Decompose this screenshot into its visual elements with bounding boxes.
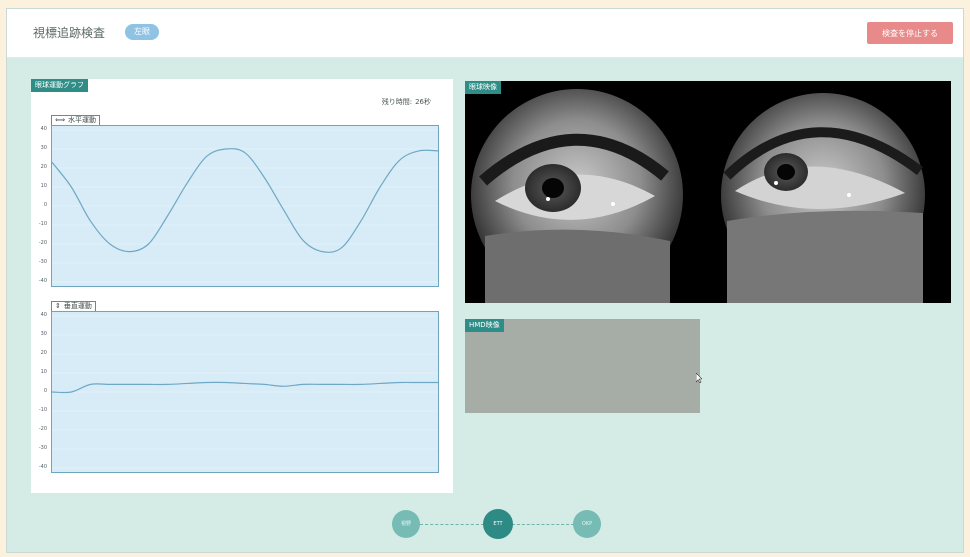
y-tick-label: 20: [40, 164, 47, 170]
remaining-time-label: 残り時間:: [381, 98, 413, 106]
y-tick-label: 10: [40, 183, 47, 189]
eye-movement-graph-panel: 眼球運動グラフ 残り時間: 26秒 ⟺ 水平運動 40 30 20 10 0 -10 -20 -3…: [31, 79, 453, 493]
step-connector: [512, 524, 574, 525]
y-tick-label: -30: [38, 259, 47, 265]
y-tick-label: 30: [40, 331, 47, 337]
app-window: 視標追跡検査 左眼 検査を停止する 眼球運動グラフ 残り時間: 26秒 ⟺ 水平運動…: [6, 8, 964, 553]
exam-stepper: 視野 ETT OKP: [7, 507, 963, 543]
y-tick-label: -20: [38, 426, 47, 432]
eye-video-image: [471, 89, 925, 303]
y-tick-label: -10: [38, 407, 47, 413]
y-tick-label: 30: [40, 145, 47, 151]
y-tick-label: 20: [40, 350, 47, 356]
graph-panel-tag: 眼球運動グラフ: [31, 79, 88, 92]
y-tick-label: 0: [43, 202, 47, 208]
y-tick-label: -40: [38, 464, 47, 470]
stop-exam-button[interactable]: 検査を停止する: [867, 22, 953, 44]
y-tick-label: 0: [43, 388, 47, 394]
left-eye-image: [471, 89, 683, 303]
remaining-time-value: 26秒: [415, 98, 431, 106]
horizontal-plot: [51, 125, 439, 287]
step-okp[interactable]: OKP: [573, 510, 601, 538]
vertical-label-text: 垂直運動: [63, 302, 92, 310]
right-eye-image: [721, 93, 925, 303]
mouse-cursor-icon: [696, 373, 702, 383]
vertical-plot: [51, 311, 439, 473]
y-tick-label: 10: [40, 369, 47, 375]
y-tick-label: -40: [38, 278, 47, 284]
step-ett[interactable]: ETT: [483, 509, 513, 539]
series-line: [51, 381, 438, 394]
series-line: [51, 148, 439, 253]
hmd-video-panel: HMD映像: [465, 319, 700, 413]
step-connector: [420, 524, 484, 525]
step-visual-field[interactable]: 視野: [392, 510, 420, 538]
hmd-video-tag: HMD映像: [465, 319, 504, 332]
remaining-time: 残り時間: 26秒: [379, 97, 431, 107]
y-tick-label: 40: [40, 126, 47, 132]
horizontal-chart-svg: [51, 129, 439, 283]
y-tick-label: -20: [38, 240, 47, 246]
horizontal-arrow-icon: ⟺: [55, 116, 66, 124]
y-tick-label: -10: [38, 221, 47, 227]
y-tick-label: -30: [38, 445, 47, 451]
vertical-chart-svg: [51, 315, 438, 469]
eye-video-panel: 眼球映像: [465, 81, 951, 303]
vertical-arrow-icon: ⇕: [55, 302, 61, 310]
horizontal-label-text: 水平運動: [68, 116, 97, 124]
page-title: 視標追跡検査: [33, 26, 106, 40]
app-header: 視標追跡検査 左眼 検査を停止する: [7, 9, 963, 58]
y-tick-label: 40: [40, 312, 47, 318]
eye-side-badge: 左眼: [125, 24, 159, 40]
